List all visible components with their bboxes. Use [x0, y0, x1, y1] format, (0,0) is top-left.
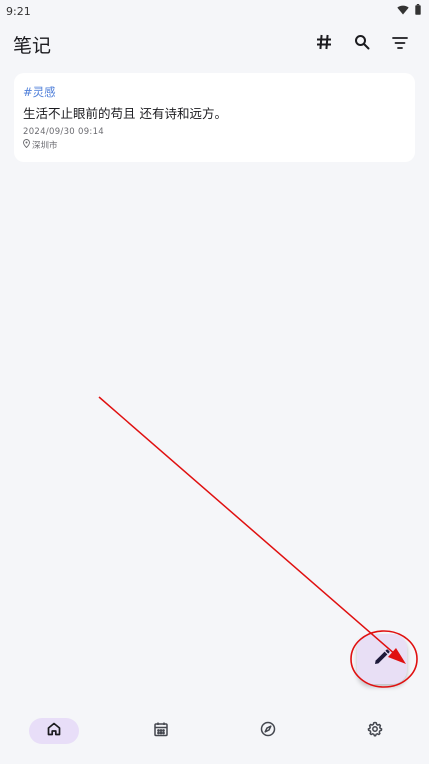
- note-card[interactable]: #灵感 生活不止眼前的苟且 还有诗和远方。 2024/09/30 09:14 深…: [14, 73, 415, 162]
- note-tag[interactable]: #灵感: [23, 84, 406, 100]
- wifi-icon: [397, 5, 409, 18]
- page-title: 笔记: [13, 34, 52, 57]
- settings-icon: [367, 721, 383, 741]
- note-location: 深圳市: [23, 139, 406, 151]
- filter-icon: [392, 35, 408, 54]
- pencil-icon: [373, 648, 391, 670]
- nav-calendar[interactable]: [136, 718, 186, 744]
- filter-button[interactable]: [381, 25, 419, 63]
- new-note-button[interactable]: [357, 634, 407, 684]
- note-timestamp: 2024/09/30 09:14: [23, 127, 104, 137]
- nav-explore[interactable]: [243, 718, 293, 744]
- status-icons: [397, 4, 421, 18]
- annotation-arrow-line: [98, 396, 397, 656]
- hashtag-icon: [316, 34, 332, 54]
- nav-home[interactable]: [28, 718, 79, 744]
- search-icon: [354, 34, 370, 54]
- location-pin-icon: [23, 139, 30, 151]
- search-button[interactable]: [343, 25, 381, 63]
- tags-button[interactable]: [305, 25, 343, 63]
- status-bar: 9:21: [0, 0, 429, 22]
- calendar-icon: [153, 721, 169, 741]
- compass-icon: [260, 721, 276, 741]
- note-body: 生活不止眼前的苟且 还有诗和远方。: [23, 106, 227, 121]
- battery-icon: [415, 4, 421, 18]
- app-bar-actions: [305, 25, 419, 63]
- note-location-label: 深圳市: [32, 141, 58, 151]
- home-icon: [46, 721, 62, 741]
- nav-settings[interactable]: [350, 718, 400, 744]
- app-bar: 笔记: [0, 22, 429, 66]
- status-time: 9:21: [6, 4, 31, 18]
- bottom-navigation: [0, 714, 429, 764]
